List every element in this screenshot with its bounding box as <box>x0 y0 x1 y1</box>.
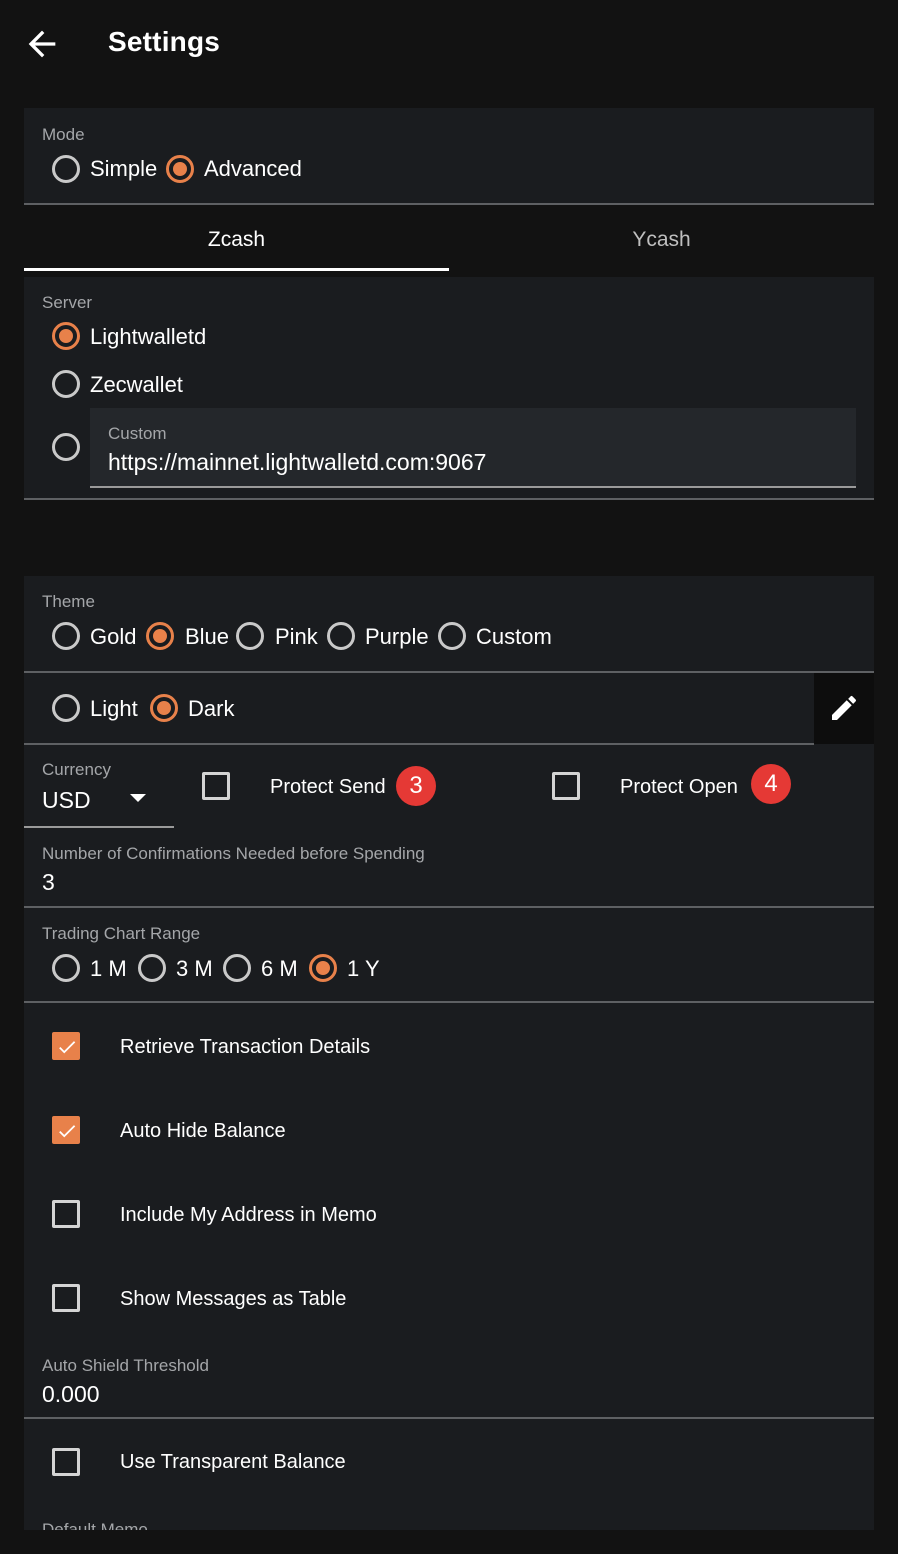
theme-pink-radio[interactable] <box>236 622 264 650</box>
messages-table-checkbox[interactable] <box>52 1284 80 1312</box>
confirmations-divider <box>24 906 874 908</box>
app-bar: Settings <box>0 0 898 90</box>
server-lightwalletd-radio[interactable] <box>52 322 80 350</box>
protect-send-checkbox[interactable] <box>202 772 230 800</box>
messages-table-label[interactable]: Show Messages as Table <box>120 1288 346 1311</box>
server-zecwallet-label[interactable]: Zecwallet <box>90 372 183 398</box>
protect-open-checkbox[interactable] <box>552 772 580 800</box>
transparent-balance-checkbox[interactable] <box>52 1448 80 1476</box>
check-icon <box>59 1125 76 1138</box>
coin-tabs: Zcash Ycash <box>24 205 874 277</box>
range-3m-radio[interactable] <box>138 954 166 982</box>
auto-shield-divider <box>24 1417 874 1419</box>
theme-purple-label[interactable]: Purple <box>365 624 429 650</box>
currency-label: Currency <box>42 760 111 779</box>
theme-pink-label[interactable]: Pink <box>275 624 318 650</box>
range-1m-label[interactable]: 1 M <box>90 956 127 982</box>
range-1y-label[interactable]: 1 Y <box>347 956 380 982</box>
default-memo-label: Default Memo <box>42 1520 148 1530</box>
protect-send-badge: 3 <box>396 766 436 806</box>
theme-custom-label[interactable]: Custom <box>476 624 552 650</box>
server-lightwalletd-label[interactable]: Lightwalletd <box>90 324 206 350</box>
confirmations-value[interactable]: 3 <box>42 869 55 896</box>
theme-divider <box>24 671 874 673</box>
server-custom-radio[interactable] <box>52 433 80 461</box>
arrow-back-icon <box>28 30 56 58</box>
page-title: Settings <box>108 26 221 57</box>
auto-shield-value[interactable]: 0.000 <box>42 1381 100 1408</box>
brightness-divider <box>24 743 814 745</box>
range-1m-radio[interactable] <box>52 954 80 982</box>
brightness-dark-radio[interactable] <box>150 694 178 722</box>
range-6m-label[interactable]: 6 M <box>261 956 298 982</box>
currency-value[interactable]: USD <box>42 787 91 814</box>
tab-ycash[interactable]: Ycash <box>449 205 874 277</box>
custom-server-field[interactable]: Custom https://mainnet.lightwalletd.com:… <box>90 408 856 488</box>
mode-simple-label[interactable]: Simple <box>90 156 157 182</box>
theme-label: Theme <box>42 592 95 611</box>
pencil-icon <box>832 695 857 720</box>
retrieve-tx-label[interactable]: Retrieve Transaction Details <box>120 1036 370 1059</box>
auto-shield-label: Auto Shield Threshold <box>42 1356 209 1375</box>
theme-gold-label[interactable]: Gold <box>90 624 136 650</box>
brightness-light-label[interactable]: Light <box>90 696 138 722</box>
retrieve-tx-checkbox[interactable] <box>52 1032 80 1060</box>
auto-hide-balance-checkbox[interactable] <box>52 1116 80 1144</box>
tab-zcash[interactable]: Zcash <box>24 205 449 277</box>
range-6m-radio[interactable] <box>223 954 251 982</box>
transparent-balance-label[interactable]: Use Transparent Balance <box>120 1451 346 1474</box>
server-section: Server Lightwalletd Zecwallet Custom htt… <box>24 277 874 500</box>
mode-simple-radio[interactable] <box>52 155 80 183</box>
brightness-light-radio[interactable] <box>52 694 80 722</box>
custom-server-label: Custom <box>108 424 167 443</box>
range-3m-label[interactable]: 3 M <box>176 956 213 982</box>
tab-indicator <box>24 268 449 271</box>
chart-range-divider <box>24 1001 874 1003</box>
server-divider <box>24 498 874 500</box>
range-1y-radio[interactable] <box>309 954 337 982</box>
theme-custom-radio[interactable] <box>438 622 466 650</box>
mode-advanced-label[interactable]: Advanced <box>204 156 302 182</box>
mode-advanced-radio[interactable] <box>166 155 194 183</box>
theme-purple-radio[interactable] <box>327 622 355 650</box>
include-address-checkbox[interactable] <box>52 1200 80 1228</box>
mode-label: Mode <box>42 125 85 144</box>
chart-range-label: Trading Chart Range <box>42 924 201 943</box>
auto-hide-balance-label[interactable]: Auto Hide Balance <box>120 1120 286 1143</box>
custom-server-value[interactable]: https://mainnet.lightwalletd.com:9067 <box>108 449 486 476</box>
currency-underline <box>24 826 174 828</box>
protect-send-label[interactable]: Protect Send <box>270 776 386 799</box>
check-icon <box>59 1041 76 1054</box>
back-button[interactable] <box>22 24 62 64</box>
brightness-dark-label[interactable]: Dark <box>188 696 234 722</box>
server-label: Server <box>42 293 93 312</box>
protect-open-label[interactable]: Protect Open <box>620 776 738 799</box>
include-address-label[interactable]: Include My Address in Memo <box>120 1204 377 1227</box>
protect-open-badge: 4 <box>751 764 791 804</box>
edit-theme-button[interactable] <box>814 673 874 744</box>
theme-blue-label[interactable]: Blue <box>185 624 229 650</box>
confirmations-label: Number of Confirmations Needed before Sp… <box>42 844 425 863</box>
general-settings: Theme Gold Blue Pink Purple Custom Light… <box>24 576 874 1530</box>
dropdown-arrow-icon[interactable] <box>128 792 148 804</box>
mode-section: Mode Simple Advanced <box>24 108 874 205</box>
theme-gold-radio[interactable] <box>52 622 80 650</box>
theme-blue-radio[interactable] <box>146 622 174 650</box>
server-zecwallet-radio[interactable] <box>52 370 80 398</box>
